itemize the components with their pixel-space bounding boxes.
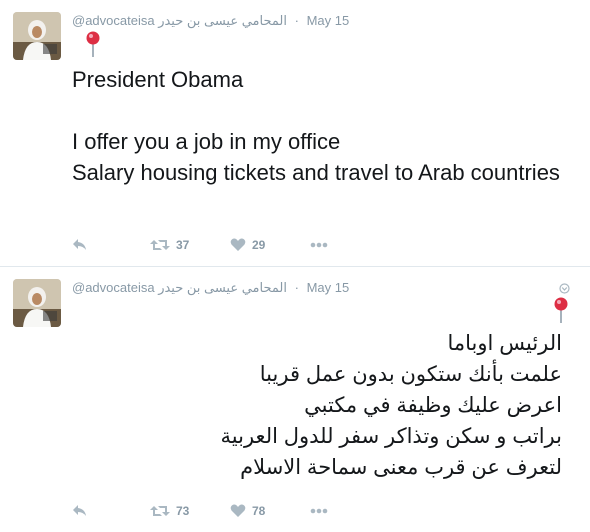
reply-button[interactable]: [72, 504, 150, 518]
tweet-actions: 37 29: [72, 235, 328, 255]
tweet-date[interactable]: May 15: [307, 280, 350, 295]
tweet-card[interactable]: @advocateisa المحامي عيسى بن حيدر · May …: [0, 0, 590, 267]
retweet-button[interactable]: 37: [150, 238, 230, 252]
like-button[interactable]: 29: [230, 238, 310, 252]
header-separator: ·: [294, 13, 299, 28]
retweet-count: 37: [176, 238, 190, 252]
like-count: 29: [252, 238, 266, 252]
more-button[interactable]: [310, 508, 328, 514]
tweet-text: الرئيس اوباما علمت بأنك ستكون بدون عمل ق…: [220, 332, 562, 479]
avatar[interactable]: [13, 12, 61, 60]
display-name[interactable]: المحامي عيسى بن حيدر: [158, 13, 287, 28]
round-pushpin-icon: [553, 296, 569, 324]
retweet-button[interactable]: 73: [150, 504, 230, 518]
more-icon: [310, 508, 328, 514]
caret-down-icon[interactable]: [559, 281, 570, 294]
header-separator: ·: [294, 280, 299, 295]
tweet-date[interactable]: May 15: [307, 13, 350, 28]
heart-icon: [230, 238, 246, 251]
avatar[interactable]: [13, 279, 61, 327]
reply-button[interactable]: [72, 238, 150, 252]
retweet-icon: [150, 506, 170, 516]
retweet-icon: [150, 240, 170, 250]
tweet-text: President Obama I offer you a job in my …: [72, 67, 560, 185]
display-name[interactable]: المحامي عيسى بن حيدر: [158, 280, 287, 295]
more-button[interactable]: [310, 242, 328, 248]
tweet-card[interactable]: @advocateisa المحامي عيسى بن حيدر · May …: [0, 267, 590, 532]
tweet-actions: 73 78: [72, 501, 328, 521]
like-count: 78: [252, 504, 266, 518]
heart-icon: [230, 504, 246, 517]
reply-icon: [73, 505, 86, 516]
like-button[interactable]: 78: [230, 504, 310, 518]
tweet-header: @advocateisa المحامي عيسى بن حيدر · May …: [72, 279, 349, 297]
tweet-header: @advocateisa المحامي عيسى بن حيدر · May …: [72, 12, 349, 30]
user-handle[interactable]: @advocateisa: [72, 280, 155, 295]
user-handle[interactable]: @advocateisa: [72, 13, 155, 28]
round-pushpin-icon: [85, 30, 101, 58]
reply-icon: [73, 239, 86, 250]
more-icon: [310, 242, 328, 248]
retweet-count: 73: [176, 504, 190, 518]
